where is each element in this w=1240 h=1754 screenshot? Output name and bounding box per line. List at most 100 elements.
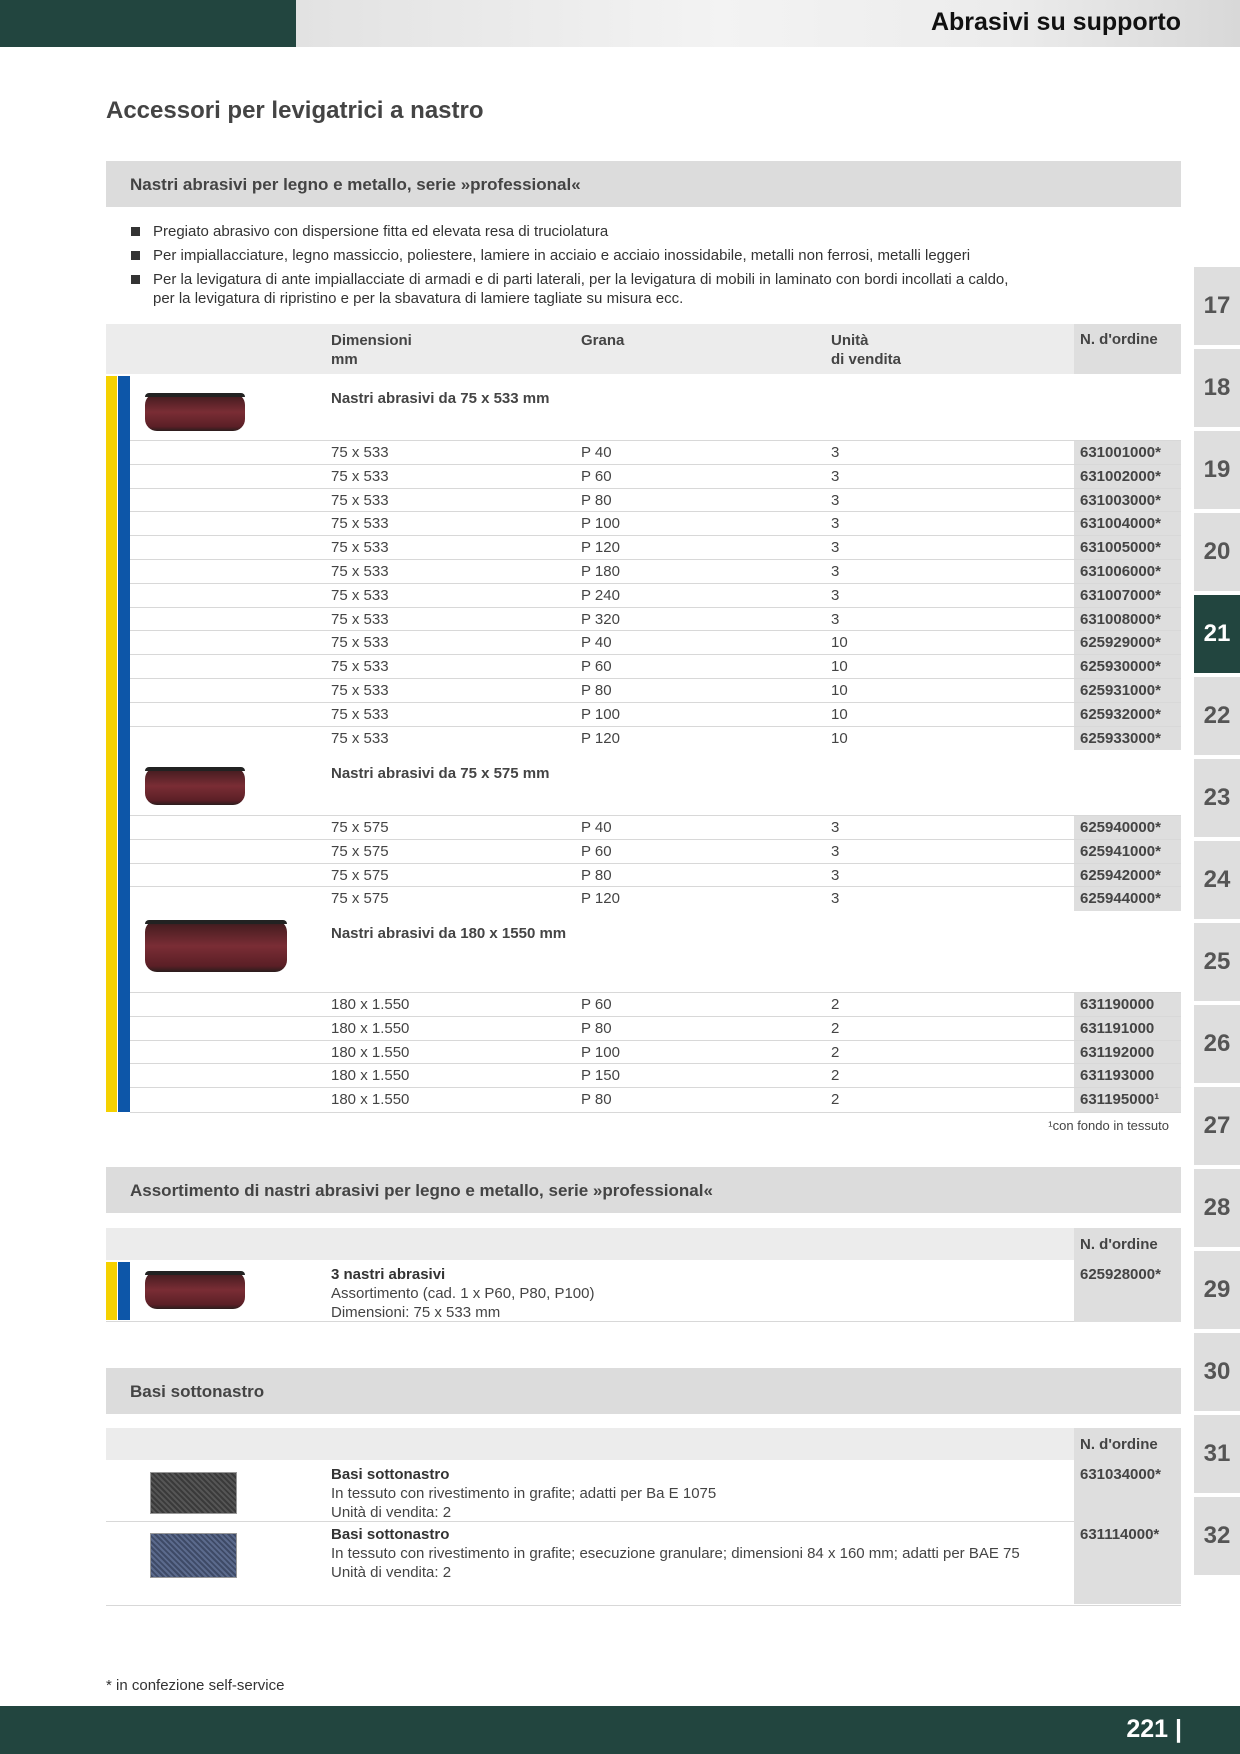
cell-order-number: 625942000* xyxy=(1080,866,1161,884)
cell-dimension: 75 x 533 xyxy=(331,515,389,533)
chapter-tab-23[interactable]: 23 xyxy=(1194,759,1240,837)
col-header-order: N. d'ordine xyxy=(1080,331,1158,348)
chapter-tab-20[interactable]: 20 xyxy=(1194,513,1240,591)
order-col-bg: N. d'ordine 625928000* xyxy=(1074,1228,1181,1322)
cell-grit: P 40 xyxy=(581,444,612,461)
table-row: 180 x 1.550 P 80 2 631191000 xyxy=(130,1015,1181,1040)
col-header-order-bg: N. d'ordine xyxy=(1074,324,1181,374)
cell-grit: P 60 xyxy=(581,996,612,1013)
cell-unit: 3 xyxy=(831,563,840,580)
header-title: Abrasivi su supporto xyxy=(930,8,1181,36)
cell-unit: 10 xyxy=(831,729,848,747)
order-number: 625928000* xyxy=(1080,1266,1161,1283)
table-row: 180 x 1.550 P 150 2 631193000 xyxy=(130,1063,1181,1087)
pad-image xyxy=(150,1472,237,1514)
chapter-tab-29[interactable]: 29 xyxy=(1194,1251,1240,1329)
cell-unit: 3 xyxy=(831,819,840,836)
cell-dimension: 75 x 533 xyxy=(331,586,389,604)
section-bar-assortment: Assortimento di nastri abrasivi per legn… xyxy=(106,1167,1181,1213)
chapter-tab-18[interactable]: 18 xyxy=(1194,349,1240,427)
cell-dimension: 75 x 575 xyxy=(331,842,389,860)
chapter-tab-32[interactable]: 32 xyxy=(1194,1497,1240,1575)
chapter-tab-22[interactable]: 22 xyxy=(1194,677,1240,755)
table-row: 75 x 533 P 120 10 625933000* xyxy=(130,725,1181,750)
section-title: Nastri abrasivi per legno e metallo, ser… xyxy=(130,175,581,194)
cell-dimension: 180 x 1.550 xyxy=(331,1067,410,1085)
table-header xyxy=(106,1428,1181,1460)
chapter-tab-26[interactable]: 26 xyxy=(1194,1005,1240,1083)
cell-unit: 2 xyxy=(831,1043,840,1061)
cell-grit: P 100 xyxy=(581,1043,620,1061)
chapter-tab-27[interactable]: 27 xyxy=(1194,1087,1240,1165)
cell-unit: 2 xyxy=(831,1067,840,1085)
cell-order-number: 625929000* xyxy=(1080,634,1161,652)
belt-image xyxy=(145,393,245,431)
color-stripe-yellow xyxy=(106,1262,117,1320)
chapter-tab-31[interactable]: 31 xyxy=(1194,1415,1240,1493)
cell-grit: P 80 xyxy=(581,866,612,884)
cell-unit: 3 xyxy=(831,866,840,884)
cell-dimension: 75 x 533 xyxy=(331,563,389,580)
cell-dimension: 75 x 533 xyxy=(331,610,389,628)
col-header-unit: Unità di vendita xyxy=(831,332,902,368)
cell-order-number: 631195000¹ xyxy=(1080,1091,1160,1109)
feature-list: Pregiato abrasivo con dispersione fitta … xyxy=(131,222,1091,313)
table-row: 75 x 533 P 240 3 631007000* xyxy=(130,582,1181,607)
cell-dimension: 75 x 533 xyxy=(331,682,389,699)
section-bar-pads: Basi sottonastro xyxy=(106,1368,1181,1414)
cell-dimension: 75 x 533 xyxy=(331,729,389,747)
product-description: Basi sottonastro In tessuto con rivestim… xyxy=(331,1466,717,1521)
section-bar-belts: Nastri abrasivi per legno e metallo, ser… xyxy=(106,161,1181,207)
chapter-tab-17[interactable]: 17 xyxy=(1194,267,1240,345)
cell-order-number: 625931000* xyxy=(1080,682,1161,699)
chapter-tab-24[interactable]: 24 xyxy=(1194,841,1240,919)
pad-image xyxy=(150,1533,237,1578)
cell-grit: P 100 xyxy=(581,705,620,723)
cell-grit: P 40 xyxy=(581,819,612,836)
cell-order-number: 631193000 xyxy=(1080,1067,1155,1085)
product-name: 3 nastri abrasivi xyxy=(331,1266,446,1283)
order-number: 631114000* xyxy=(1080,1526,1160,1543)
product-description: 3 nastri abrasivi Assortimento (cad. 1 x… xyxy=(331,1266,595,1321)
row-line xyxy=(106,1605,1181,1606)
chapter-tab-30[interactable]: 30 xyxy=(1194,1333,1240,1411)
cell-order-number: 631190000 xyxy=(1080,996,1155,1013)
chapter-tab-19[interactable]: 19 xyxy=(1194,431,1240,509)
cell-order-number: 631002000* xyxy=(1080,467,1161,485)
cell-grit: P 60 xyxy=(581,842,612,860)
cell-order-number: 625944000* xyxy=(1080,890,1161,908)
cell-grit: P 120 xyxy=(581,890,620,908)
cell-dimension: 75 x 533 xyxy=(331,467,389,485)
cell-dimension: 75 x 533 xyxy=(331,634,389,652)
cell-order-number: 625941000* xyxy=(1080,842,1161,860)
cell-dimension: 75 x 533 xyxy=(331,491,389,509)
col-header-grit: Grana xyxy=(581,332,625,349)
cell-grit: P 120 xyxy=(581,539,620,557)
footnote: ¹con fondo in tessuto xyxy=(1048,1118,1169,1133)
bullet-square-icon xyxy=(131,275,140,284)
chapter-tab-25[interactable]: 25 xyxy=(1194,923,1240,1001)
cell-order-number: 631192000 xyxy=(1080,1043,1155,1061)
table-row: 75 x 533 P 180 3 631006000* xyxy=(130,559,1181,583)
chapter-tab-21[interactable]: 21 xyxy=(1194,595,1240,673)
cell-dimension: 75 x 575 xyxy=(331,866,389,884)
table-row: 75 x 533 P 40 3 631001000* xyxy=(130,440,1181,464)
cell-order-number: 631003000* xyxy=(1080,491,1161,509)
bullet-square-icon xyxy=(131,227,140,236)
cell-dimension: 180 x 1.550 xyxy=(331,1091,410,1109)
cell-grit: P 320 xyxy=(581,610,620,628)
cell-unit: 3 xyxy=(831,890,840,908)
cell-grit: P 40 xyxy=(581,634,612,652)
cell-order-number: 625930000* xyxy=(1080,658,1161,676)
cell-order-number: 625933000* xyxy=(1080,729,1161,747)
feature-item: Pregiato abrasivo con dispersione fitta … xyxy=(131,222,1091,241)
chapter-tab-28[interactable]: 28 xyxy=(1194,1169,1240,1247)
table-row: 75 x 533 P 80 10 625931000* xyxy=(130,678,1181,702)
color-stripe-yellow xyxy=(106,376,117,1112)
cell-unit: 3 xyxy=(831,467,840,485)
cell-grit: P 60 xyxy=(581,658,612,676)
cell-dimension: 75 x 533 xyxy=(331,444,389,461)
cell-grit: P 180 xyxy=(581,563,620,580)
cell-order-number: 631001000* xyxy=(1080,444,1161,461)
cell-unit: 10 xyxy=(831,682,848,699)
